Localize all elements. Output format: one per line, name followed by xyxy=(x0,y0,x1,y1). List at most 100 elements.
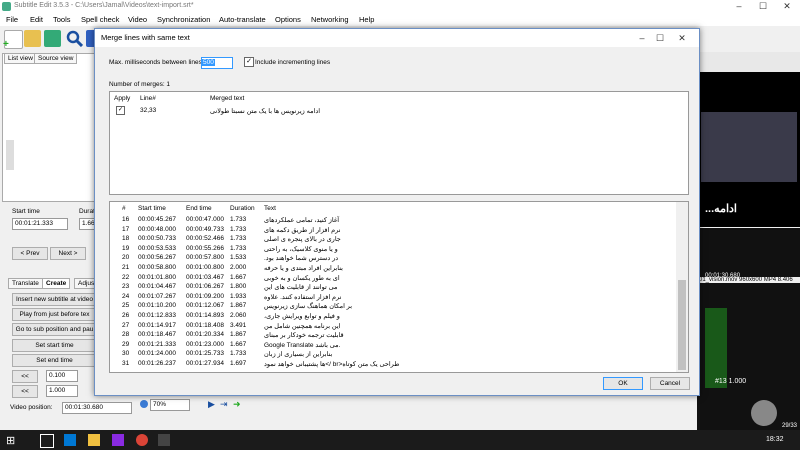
subtitle-row[interactable]: 26 00:01:12.833 00:01:14.893 2.060 و فیلم و … xyxy=(110,312,676,321)
dialog-maximize-button[interactable]: ☐ xyxy=(649,32,671,45)
step-back-button[interactable]: << xyxy=(12,370,38,383)
subtitle-row[interactable]: 27 00:01:14.917 00:01:18.408 3.491 این برنام… xyxy=(110,322,676,331)
subtitle-row[interactable]: 18 00:00:50.733 00:00:52.466 1.733 جاری در ب… xyxy=(110,235,676,244)
minimize-button[interactable]: – xyxy=(728,0,750,13)
subtitle-number: 30 xyxy=(122,350,130,358)
step-large-field[interactable]: 1.000 xyxy=(46,385,78,397)
menu-edit[interactable]: Edit xyxy=(30,15,43,24)
subtitle-row[interactable]: 31 00:01:26.237 00:01:27.934 1.697 طراحی یک … xyxy=(110,360,676,369)
subtitle-start-time: 00:00:56.267 xyxy=(138,254,176,262)
subtitle-start-time: 00:00:50.733 xyxy=(138,235,176,243)
step-small-field[interactable]: 0.100 xyxy=(46,370,78,382)
menu-options[interactable]: Options xyxy=(275,15,301,24)
subtitles-grid: # Start time End time Duration Text 16 00… xyxy=(109,201,689,373)
merge-row[interactable]: ✓ 32,33 ادامه زیرنویس ها با یک متن نسبتا… xyxy=(110,105,688,116)
start-icon[interactable]: ⊞ xyxy=(6,434,18,447)
prev-button[interactable]: < Prev xyxy=(12,247,48,260)
subtitle-start-time: 00:01:21.333 xyxy=(138,340,176,348)
maximize-button[interactable]: ☐ xyxy=(752,0,774,13)
subtitle-row[interactable]: 23 00:01:04.467 00:01:06.267 1.800 می توانند… xyxy=(110,283,676,292)
subtitle-duration: 1.867 xyxy=(230,302,247,310)
max-ms-input[interactable]: 500 xyxy=(201,57,233,69)
arrow-icon[interactable]: ➜ xyxy=(233,399,241,410)
insert-new-subtitle-button[interactable]: Insert new subtitle at video xyxy=(12,293,97,306)
subtitle-edit-task-icon[interactable] xyxy=(158,434,170,446)
subtitle-duration: 1.667 xyxy=(230,273,247,281)
video-position-field[interactable]: 00:01:30.680 xyxy=(62,402,132,414)
merge-apply-checkbox[interactable]: ✓ xyxy=(116,106,125,115)
subtitle-duration: 1.733 xyxy=(230,350,247,358)
start-time-label: Start time xyxy=(12,208,40,215)
file-explorer-icon[interactable] xyxy=(88,434,100,446)
title-bar: Subtitle Edit 3.5.3 - C:\Users\Jamal\Vid… xyxy=(0,0,800,14)
subtitle-text: Google Translate می باشد. xyxy=(264,341,341,349)
subtitle-start-time: 00:01:07.267 xyxy=(138,292,176,300)
subtitle-number: 20 xyxy=(122,254,130,262)
next-button[interactable]: Next > xyxy=(50,247,86,260)
chrome-icon[interactable] xyxy=(136,434,148,446)
set-start-time-button[interactable]: Set start time xyxy=(12,339,97,352)
subtitle-row[interactable]: 17 00:00:48.000 00:00:49.733 1.733 نرم افزار… xyxy=(110,226,676,235)
app-icon-purple[interactable] xyxy=(112,434,124,446)
set-end-time-button[interactable]: Set end time xyxy=(12,354,97,367)
tab-create[interactable]: Create xyxy=(42,278,71,289)
list-scrollbar[interactable] xyxy=(6,140,14,170)
download-icon[interactable] xyxy=(44,30,61,47)
subtitles-scrollbar[interactable] xyxy=(676,202,688,372)
video-position-label: Video position: xyxy=(10,404,53,411)
subtitle-row[interactable]: 25 00:01:10.200 00:01:12.067 1.867 بر امکان … xyxy=(110,302,676,311)
tab-source-view[interactable]: Source view xyxy=(34,53,78,64)
subtitle-row[interactable]: 21 00:00:58.800 00:01:00.800 2.000 بنابراین … xyxy=(110,264,676,273)
tab-translate[interactable]: Translate xyxy=(8,278,43,289)
video-preview[interactable]: ادامه... xyxy=(697,52,800,227)
ok-button[interactable]: OK xyxy=(603,377,643,390)
merge-line-number: 32,33 xyxy=(140,107,157,114)
play-from-before-button[interactable]: Play from just before tex xyxy=(12,308,97,321)
subtitle-number: 24 xyxy=(122,292,130,300)
subtitle-row[interactable]: 19 00:00:53.533 00:00:55.266 1.733 و یا منوی… xyxy=(110,245,676,254)
subtitle-row[interactable]: 24 00:01:07.267 00:01:09.200 1.933 نرم افزار… xyxy=(110,293,676,302)
play-icon[interactable]: ▶ xyxy=(208,399,215,410)
subtitle-row[interactable]: 30 00:01:24.000 00:01:25.733 1.733 بنابراین … xyxy=(110,350,676,359)
video-top-strip xyxy=(697,52,800,72)
subtitle-number: 22 xyxy=(122,273,130,281)
subtitle-end-time: 00:01:27.934 xyxy=(186,360,224,367)
subtitle-row[interactable]: 20 00:00:56.267 00:00:57.800 1.533 در دسترس … xyxy=(110,254,676,263)
dialog-close-button[interactable]: ✕ xyxy=(671,32,693,45)
start-time-field[interactable]: 00:01:21.333 xyxy=(12,218,68,230)
go-to-sub-position-button[interactable]: Go to sub position and pau xyxy=(12,323,97,336)
split-icon[interactable]: ⇥ xyxy=(220,399,228,410)
menu-auto-translate[interactable]: Auto-translate xyxy=(219,15,266,24)
include-incrementing-checkbox[interactable]: ✓ xyxy=(244,57,254,67)
subtitle-text: طراحی یک متن کوتاه<br />ها پشتیبانی خواه… xyxy=(264,361,400,368)
menu-help[interactable]: Help xyxy=(359,15,374,24)
video-frame xyxy=(701,112,797,182)
video-caption: ادامه... xyxy=(705,203,737,215)
cancel-button[interactable]: Cancel xyxy=(650,377,690,390)
waveform-panel[interactable]: 00:01:30.680 01_vision.mov 960x600 MP4 8… xyxy=(697,228,800,430)
open-folder-icon[interactable] xyxy=(24,30,41,47)
dialog-title: Merge lines with same text xyxy=(101,33,190,42)
subtitle-row[interactable]: 29 00:01:21.333 00:01:23.000 1.667 Google Tr… xyxy=(110,341,676,350)
new-file-icon[interactable]: + xyxy=(3,30,23,50)
subtitle-row[interactable]: 22 00:01:01.800 00:01:03.467 1.667 ای به طور… xyxy=(110,274,676,283)
task-view-icon[interactable] xyxy=(40,434,54,448)
close-button[interactable]: ✕ xyxy=(776,0,798,13)
menu-video[interactable]: Video xyxy=(128,15,147,24)
search-icon[interactable] xyxy=(66,30,84,48)
menu-spell-check[interactable]: Spell check xyxy=(81,15,119,24)
tab-list-view[interactable]: List view xyxy=(4,53,37,64)
subtitle-row[interactable]: 16 00:00:45.267 00:00:47.000 1.733 آغاز کنید… xyxy=(110,216,676,225)
scrollbar-thumb[interactable] xyxy=(678,280,686,370)
subtitle-number: 25 xyxy=(122,302,130,310)
menu-tools[interactable]: Tools xyxy=(53,15,71,24)
zoom-select[interactable]: 70% xyxy=(150,399,190,411)
edge-icon[interactable] xyxy=(64,434,76,446)
menu-networking[interactable]: Networking xyxy=(311,15,349,24)
step-back-large-button[interactable]: << xyxy=(12,385,38,398)
duration-label: Durat xyxy=(79,208,95,215)
subtitle-row[interactable]: 28 00:01:18.467 00:01:20.334 1.867 قابلیت تر… xyxy=(110,331,676,340)
menu-synchronization[interactable]: Synchronization xyxy=(157,15,210,24)
subtitle-duration: 1.697 xyxy=(230,360,247,367)
menu-file[interactable]: File xyxy=(6,15,18,24)
